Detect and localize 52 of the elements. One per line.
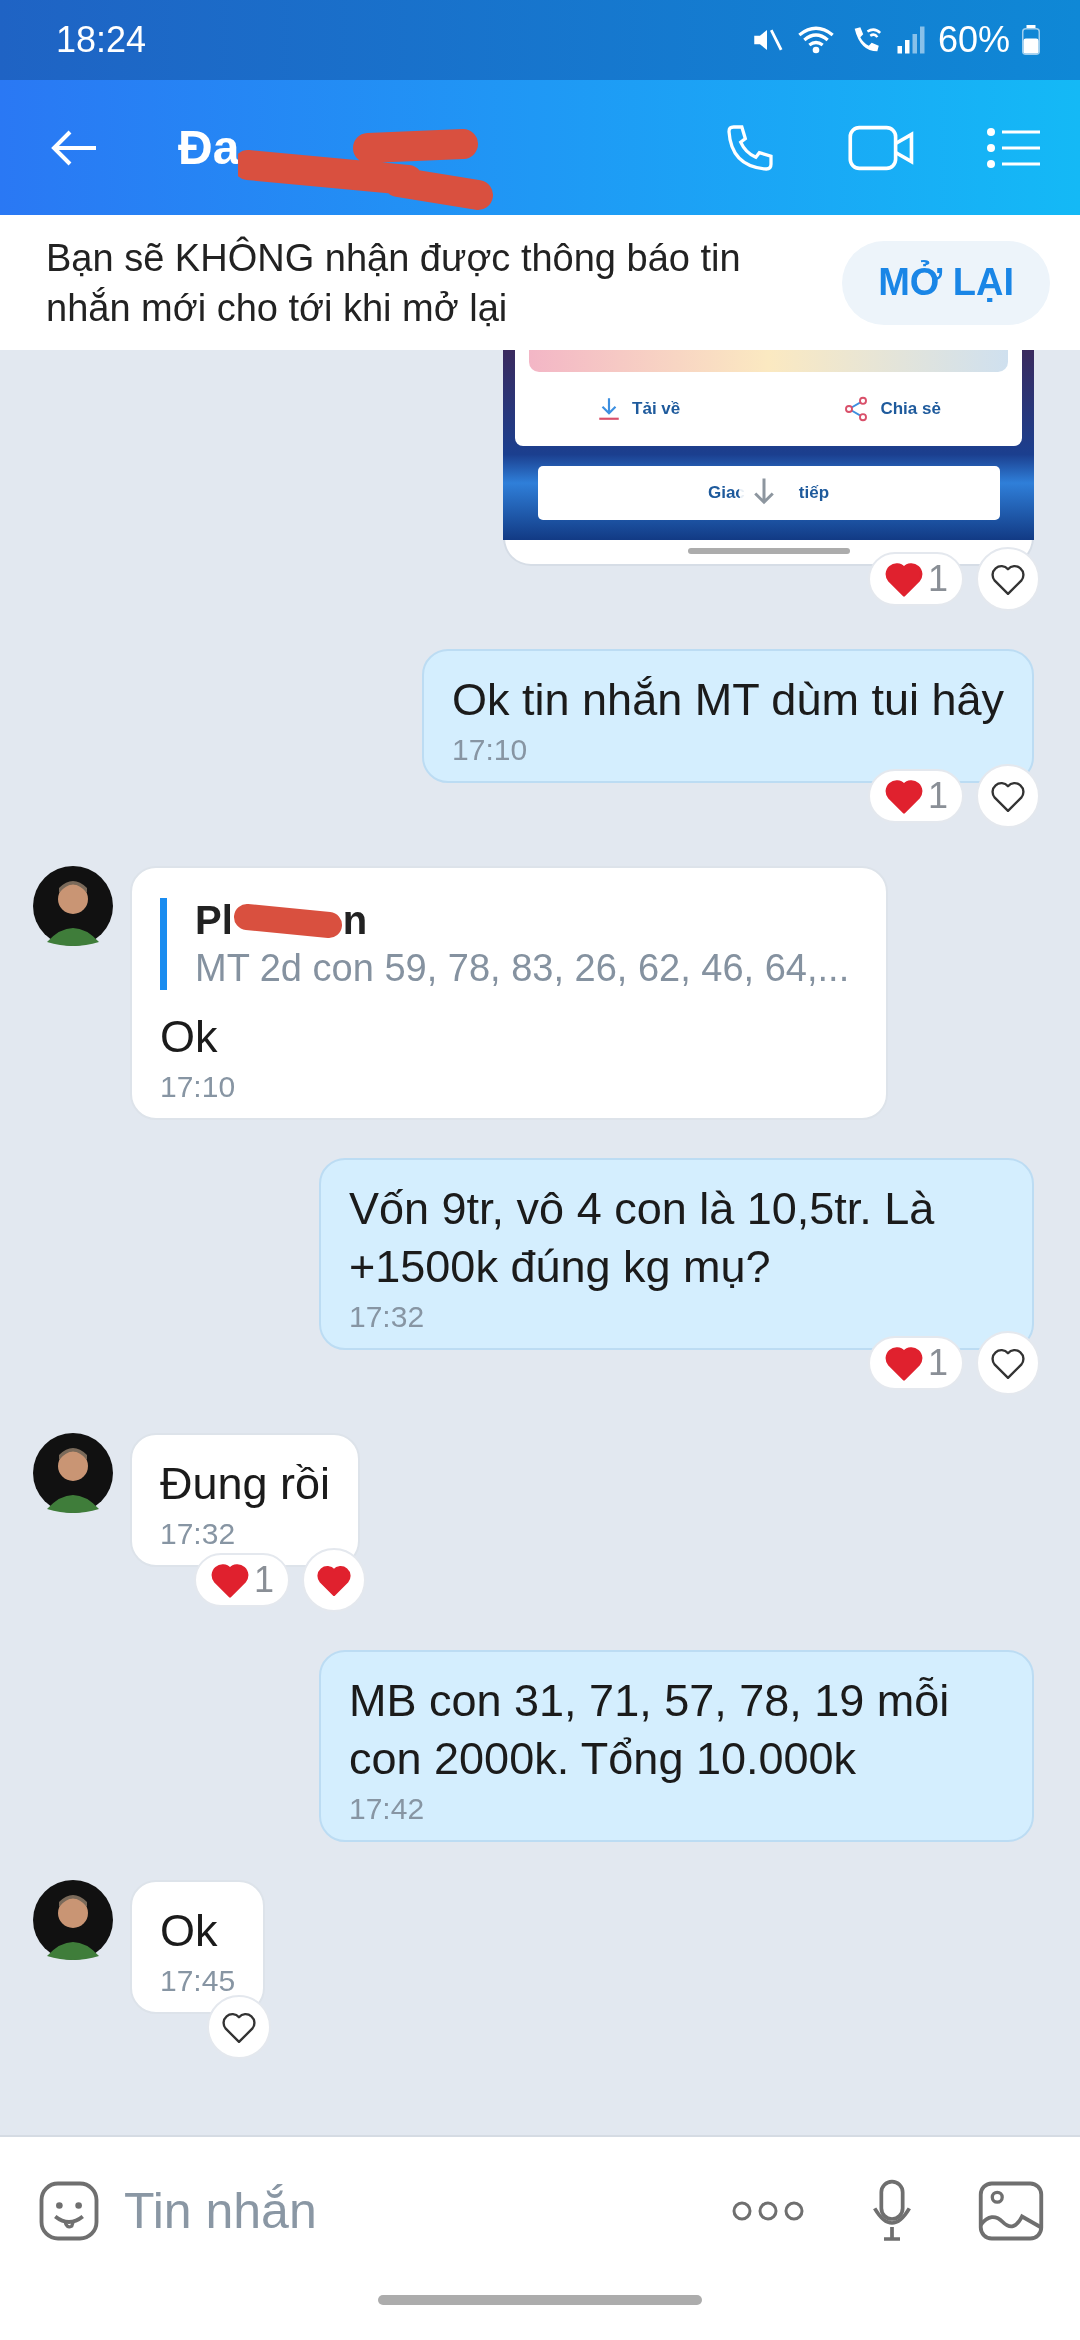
heart-icon: [210, 1562, 251, 1598]
message-text: Ok: [160, 1010, 219, 1064]
quoted-sender: Pl: [195, 898, 233, 943]
heart-icon: [221, 2010, 258, 2044]
message-time: 17:42: [349, 1792, 426, 1826]
message-bubble[interactable]: MB con 31, 71, 57, 78, 19 mỗi con 2000k. Tổng 10.000k 17:42: [319, 1650, 1034, 1842]
voice-button[interactable]: [870, 2179, 914, 2243]
heart-icon: [883, 561, 924, 597]
share-label: Chia sẻ: [880, 399, 941, 419]
message-text: MB con 31, 71, 57, 78, 19 mỗi con 2000k. Tổng 10.000k: [349, 1674, 951, 1786]
heart-icon: [990, 1346, 1026, 1380]
quoted-sender: n: [342, 898, 368, 943]
button-label: Giac: [707, 483, 745, 503]
avatar[interactable]: [33, 866, 113, 946]
image-icon: [978, 2180, 1044, 2242]
button-label: tiếp: [798, 483, 830, 503]
heart-icon: [990, 779, 1026, 813]
heart-icon: [883, 778, 924, 814]
message-text: Ok: [160, 1904, 219, 1958]
message-bubble[interactable]: Đung rồi 17:32: [130, 1433, 361, 1567]
mute-notice: Bạn sẽ KHÔNG nhận được thông báo tin nhắn mới cho tới khi mở lại: [46, 235, 742, 331]
signal-icon: [895, 25, 926, 55]
more-button[interactable]: [730, 2199, 806, 2223]
quoted-text: MT 2d con 59, 78, 83, 26, 62, 46, 64,...: [195, 947, 851, 990]
message-time: 17:10: [452, 733, 529, 767]
message-bubble[interactable]: Pl n MT 2d con 59, 78, 83, 26, 62, 46, 64,... Ok 17:10: [130, 866, 888, 1120]
heart-icon: [990, 562, 1026, 596]
battery-icon: [1022, 25, 1040, 55]
more-dots-icon: [730, 2199, 806, 2223]
message-time: 17:32: [349, 1300, 426, 1334]
download-label: Tải về: [632, 399, 681, 419]
contact-name: Đa: [178, 120, 240, 175]
message-bubble[interactable]: Ok 17:45: [130, 1880, 266, 2014]
down-arrow-icon: [751, 476, 777, 506]
image-message[interactable]: Tải về Chia sẻ Giac tiếp: [503, 350, 1034, 566]
gallery-button[interactable]: [978, 2180, 1044, 2242]
message-text: Vốn 9tr, vô 4 con là 10,5tr. Là +1500k đúng kg mụ?: [349, 1182, 936, 1294]
heart-icon: [316, 1563, 353, 1597]
message-bubble[interactable]: Ok tin nhắn MT dùm tui hây 17:10: [422, 649, 1034, 783]
heart-icon: [883, 1345, 924, 1381]
message-bubble[interactable]: Vốn 9tr, vô 4 con là 10,5tr. Là +1500k đúng kg mụ? 17:32: [319, 1158, 1034, 1350]
microphone-icon: [870, 2179, 914, 2243]
message-time: 17:32: [160, 1517, 237, 1551]
message-text: Ok tin nhắn MT dùm tui hây: [452, 673, 1004, 727]
avatar[interactable]: [33, 1880, 113, 1960]
quoted-message[interactable]: Pl n MT 2d con 59, 78, 83, 26, 62, 46, 64,...: [160, 898, 858, 990]
message-text: Đung rồi: [160, 1457, 331, 1511]
avatar[interactable]: [33, 1433, 113, 1513]
status-time: 18:24: [56, 19, 148, 61]
battery-percent: 60%: [937, 19, 1010, 61]
message-time: 17:45: [160, 1964, 236, 1998]
message-time: 17:10: [160, 1070, 237, 1104]
